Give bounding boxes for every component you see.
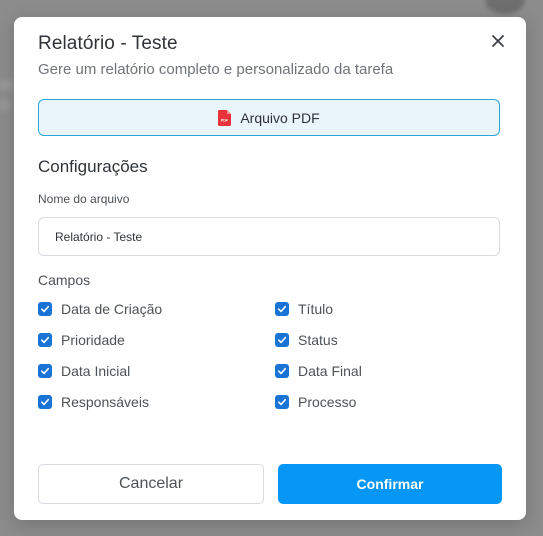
checkbox-label: Data Final <box>298 363 362 379</box>
checkbox[interactable] <box>275 333 289 347</box>
checkmark-icon <box>41 336 50 344</box>
background-avatar <box>485 0 525 14</box>
close-button[interactable] <box>488 31 508 51</box>
filename-label: Nome do arquivo <box>38 192 130 206</box>
checkmark-icon <box>278 367 287 375</box>
background-content <box>0 80 14 90</box>
checkbox[interactable] <box>275 302 289 316</box>
checkbox[interactable] <box>38 395 52 409</box>
checkmark-icon <box>278 336 287 344</box>
field-checkbox-data-inicial[interactable]: Data Inicial <box>38 363 130 379</box>
field-checkbox-data-criacao[interactable]: Data de Criação <box>38 301 162 317</box>
field-checkbox-responsaveis[interactable]: Responsáveis <box>38 394 149 410</box>
checkbox[interactable] <box>275 364 289 378</box>
field-checkbox-titulo[interactable]: Título <box>275 301 333 317</box>
checkbox-label: Título <box>298 301 334 317</box>
pdf-file-icon: PDF <box>218 109 232 126</box>
pdf-format-label: Arquivo PDF <box>240 109 320 126</box>
close-icon <box>492 35 504 47</box>
checkmark-icon <box>278 305 287 313</box>
checkbox[interactable] <box>275 395 289 409</box>
checkbox[interactable] <box>38 364 52 378</box>
checkbox-label: Status <box>298 332 338 348</box>
checkbox-label: Responsáveis <box>61 394 149 410</box>
checkbox-label: Data de Criação <box>61 301 163 317</box>
confirm-button[interactable]: Confirmar <box>278 464 502 504</box>
checkbox-label: Prioridade <box>61 332 125 348</box>
field-checkbox-processo[interactable]: Processo <box>275 394 356 410</box>
cancel-button[interactable]: Cancelar <box>38 464 264 504</box>
field-checkbox-status[interactable]: Status <box>275 332 338 348</box>
checkbox[interactable] <box>38 302 52 316</box>
fields-heading: Campos <box>38 272 91 288</box>
field-checkbox-prioridade[interactable]: Prioridade <box>38 332 125 348</box>
report-dialog: Relatório - Teste Gere um relatório comp… <box>14 17 526 520</box>
pdf-format-button[interactable]: PDF Arquivo PDF <box>38 99 500 136</box>
checkmark-icon <box>41 367 50 375</box>
dialog-subtitle: Gere um relatório completo e personaliza… <box>38 61 394 78</box>
filename-input[interactable] <box>38 217 500 256</box>
settings-heading: Configurações <box>38 157 148 176</box>
svg-text:PDF: PDF <box>221 118 229 122</box>
checkbox-label: Data Inicial <box>61 363 131 379</box>
checkmark-icon <box>41 305 50 313</box>
checkbox-label: Processo <box>298 394 357 410</box>
dialog-title: Relatório - Teste <box>38 33 178 54</box>
checkmark-icon <box>278 398 287 406</box>
field-checkbox-data-final[interactable]: Data Final <box>275 363 362 379</box>
checkbox[interactable] <box>38 333 52 347</box>
checkmark-icon <box>41 398 50 406</box>
background-content <box>0 100 10 110</box>
